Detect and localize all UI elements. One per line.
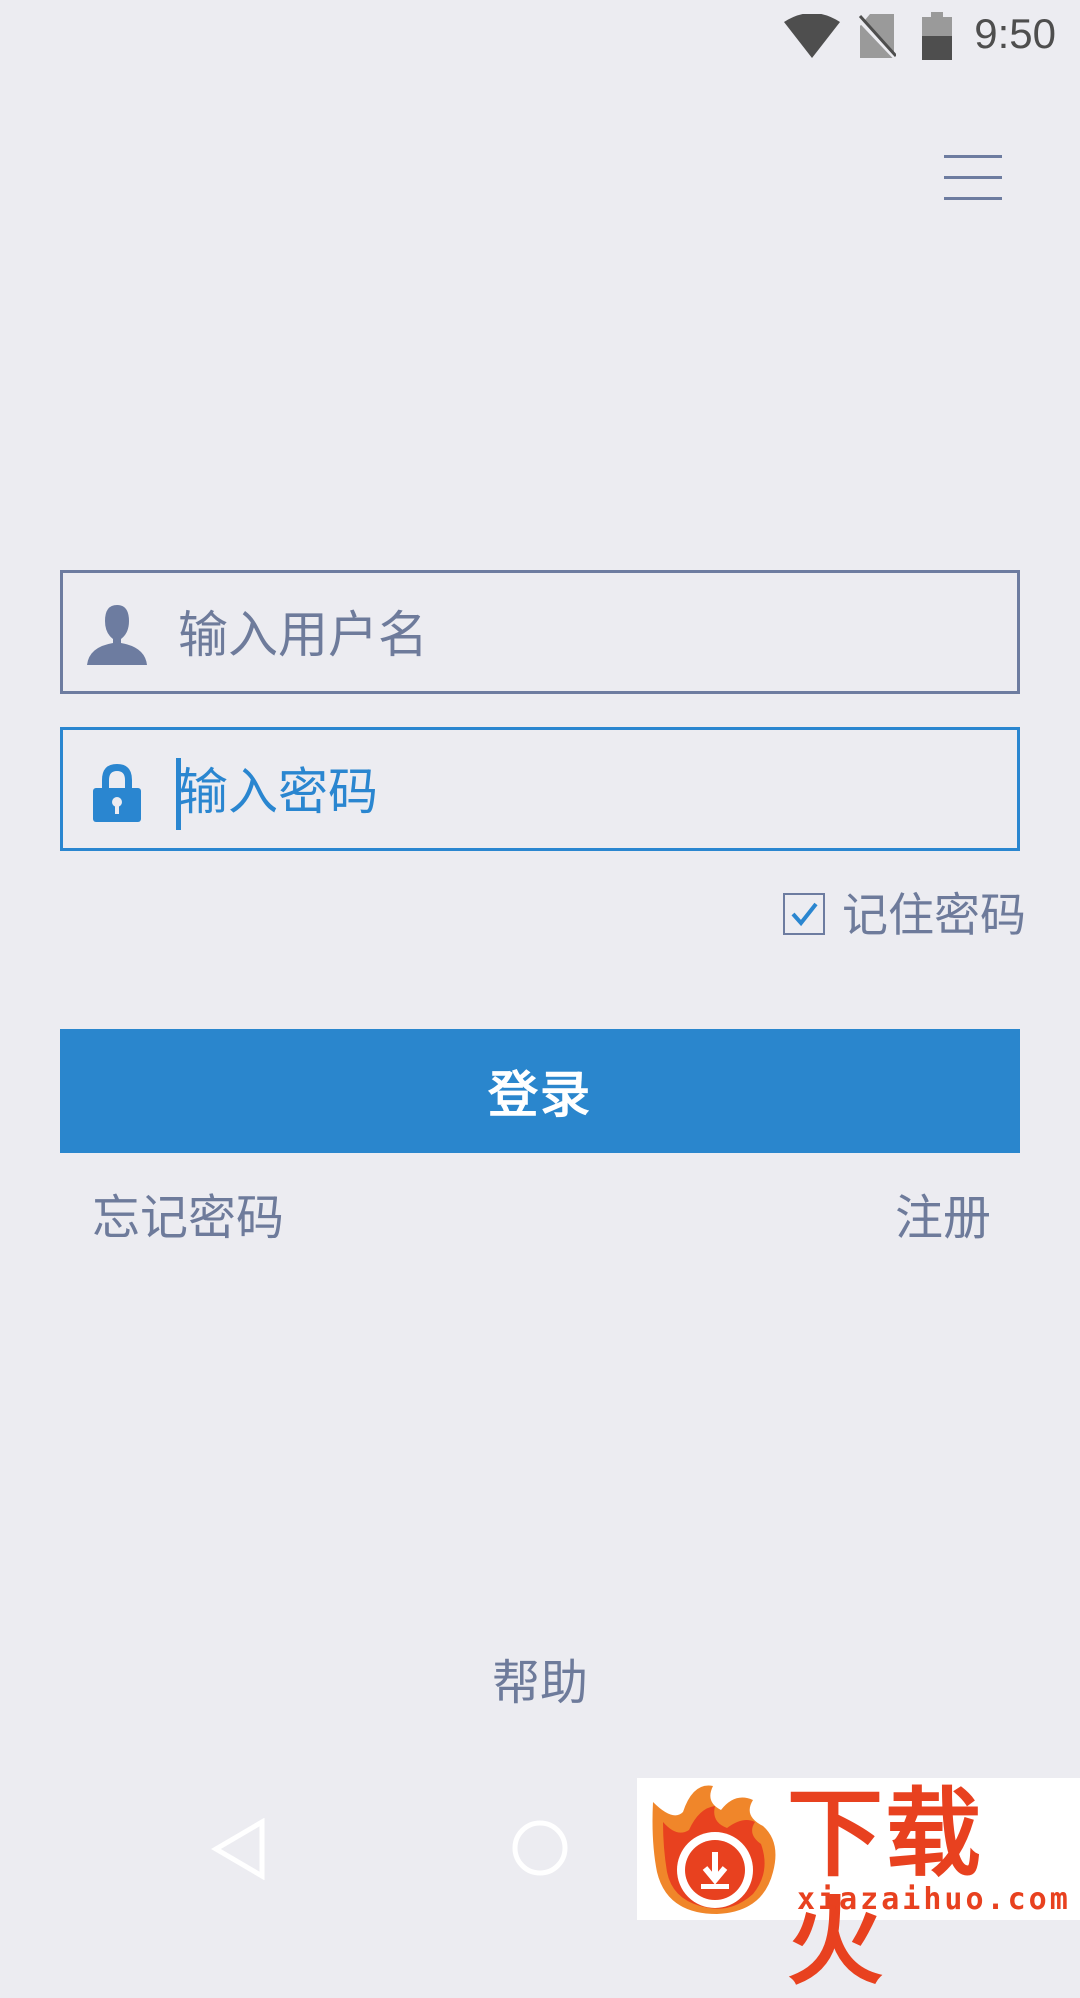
login-button[interactable]: 登录 xyxy=(60,1029,1020,1153)
back-icon[interactable] xyxy=(210,1818,270,1880)
wifi-icon xyxy=(784,14,840,58)
remember-password-checkbox[interactable] xyxy=(783,893,825,935)
username-placeholder: 输入用户名 xyxy=(178,606,428,664)
password-field[interactable]: 输入密码 xyxy=(60,727,1020,851)
lock-icon xyxy=(93,764,141,822)
password-placeholder: 输入密码 xyxy=(178,763,378,821)
register-link[interactable]: 注册 xyxy=(895,1188,991,1248)
watermark-domain: xiazaihuo.com xyxy=(797,1882,1071,1917)
watermark-logo: 下载火 xiazaihuo.com xyxy=(637,1778,1080,1996)
hamburger-menu-icon xyxy=(944,155,1002,200)
checkmark-icon xyxy=(791,902,818,927)
username-field[interactable]: 输入用户名 xyxy=(60,570,1020,694)
status-bar: 9:50 xyxy=(0,0,1080,75)
forgot-password-link[interactable]: 忘记密码 xyxy=(92,1188,284,1248)
remember-password-label[interactable]: 记住密码 xyxy=(842,885,1026,945)
battery-icon xyxy=(922,12,952,60)
home-icon[interactable] xyxy=(510,1818,570,1878)
user-icon xyxy=(87,605,147,665)
clock: 9:50 xyxy=(974,10,1056,57)
flame-logo-icon xyxy=(652,1785,776,1914)
no-sim-icon xyxy=(858,14,896,60)
help-link[interactable]: 帮助 xyxy=(492,1653,588,1713)
menu-button[interactable] xyxy=(940,150,1010,206)
